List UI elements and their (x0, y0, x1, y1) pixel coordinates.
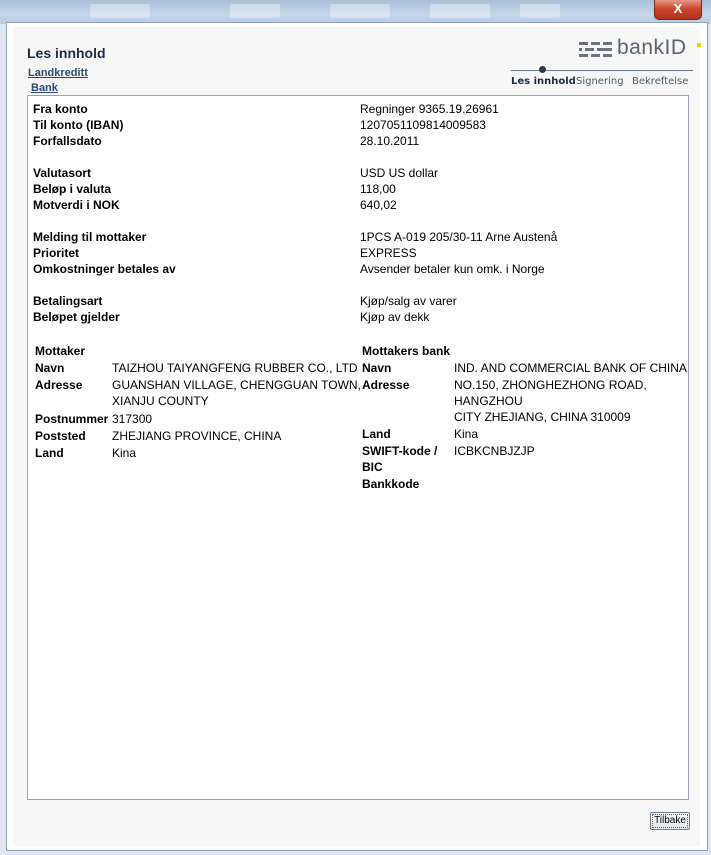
value: 640,02 (360, 198, 397, 212)
value: EXPRESS (360, 246, 417, 260)
link-landkreditt[interactable]: Landkreditt (28, 67, 88, 79)
close-button[interactable]: X (654, 0, 702, 20)
mottaker-land: Kina (112, 446, 137, 460)
mottaker-heading: Mottaker (35, 344, 86, 358)
mottaker-adresse-line1: GUANSHAN VILLAGE, CHENGGUAN TOWN, (112, 378, 361, 392)
value: 28.10.2011 (360, 134, 420, 148)
bank-swift-label-line1: SWIFT-kode / (362, 444, 438, 458)
label: Beløp i valuta (33, 182, 112, 196)
dialog-body: Les innhold Landkreditt Bank bankID Les … (13, 27, 700, 846)
label: Fra konto (33, 102, 88, 116)
value: Kjøp av dekk (360, 310, 430, 324)
label: Beløpet gjelder (33, 310, 120, 324)
back-button[interactable]: Tilbake (650, 812, 690, 830)
mottaker-adresse-label: Adresse (35, 378, 83, 392)
value: Avsender betaler kun omk. i Norge (360, 262, 545, 276)
mottaker-navn-label: Navn (35, 361, 65, 375)
value: 118,00 (360, 182, 396, 196)
link-bank[interactable]: Bank (31, 82, 58, 94)
dialog-window: Les innhold Landkreditt Bank bankID Les … (6, 22, 708, 851)
bankid-wordmark: bankID (617, 36, 687, 59)
label: Motverdi i NOK (33, 198, 120, 212)
bank-swift-label-line2: BIC (362, 460, 383, 474)
bank-swift: ICBKCNBJZJP (454, 444, 535, 458)
mottaker-poststed-label: Poststed (35, 429, 86, 443)
value: 1PCS A-019 205/30-11 Arne Austenå (360, 230, 558, 244)
row-belop-gjelder: Beløpet gjelder Kjøp av dekk (28, 310, 688, 326)
value: Regninger 9365.19.26961 (360, 102, 499, 116)
progress-steps: Les innhold Signering Bekreftelse (511, 66, 693, 88)
mottaker-navn: TAIZHOU TAIYANGFENG RUBBER CO., LTD (112, 361, 358, 375)
bank-heading: Mottakers bank (362, 344, 451, 358)
row-prioritet: Prioritet EXPRESS (28, 246, 688, 262)
content-panel[interactable]: Fra konto Regninger 9365.19.26961 Til kon… (27, 95, 689, 800)
bank-adresse-line2: HANGZHOU (454, 394, 523, 408)
bank-adresse-line1: NO.150, ZHONGHEZHONG ROAD, (454, 378, 647, 392)
label: Valutasort (33, 166, 92, 180)
mottaker-land-label: Land (35, 446, 64, 460)
taskbar-ghost (520, 4, 560, 18)
bank-adresse-line3: CITY ZHEJIANG, CHINA 310009 (454, 410, 631, 424)
mottaker-poststed: ZHEJIANG PROVINCE, CHINA (112, 429, 282, 443)
step-signering: Signering (576, 76, 624, 87)
label: Betalingsart (33, 294, 103, 308)
mottaker-adresse-line2: XIANJU COUNTY (112, 394, 209, 408)
row-belop: Beløp i valuta 118,00 (28, 182, 688, 198)
step-les-innhold: Les innhold (511, 76, 576, 87)
row-valutasort: Valutasort USD US dollar (28, 166, 688, 182)
mottaker-postnummer: 317300 (112, 412, 153, 426)
value: Kjøp/salg av varer (360, 294, 457, 308)
label: Prioritet (33, 246, 80, 260)
row-betalingsart: Betalingsart Kjøp/salg av varer (28, 294, 688, 310)
row-forfallsdato: Forfallsdato 28.10.2011 (28, 134, 688, 150)
bank-adresse-label: Adresse (362, 378, 410, 392)
label: Omkostninger betales av (33, 262, 176, 276)
step-bekreftelse: Bekreftelse (632, 76, 689, 87)
value: 1207051109814009583 (360, 118, 486, 132)
resize-corner-marker (697, 43, 701, 47)
page-title: Les innhold (27, 45, 106, 61)
row-fra-konto: Fra konto Regninger 9365.19.26961 (28, 102, 688, 118)
row-omkostninger: Omkostninger betales av Avsender betaler … (28, 262, 688, 278)
bank-navn: IND. AND COMMERCIAL BANK OF CHINA (454, 361, 687, 375)
bankid-dots-icon (579, 42, 612, 57)
row-melding: Melding til mottaker 1PCS A-019 205/30-11… (28, 230, 688, 246)
bank-navn-label: Navn (362, 361, 392, 375)
label: Melding til mottaker (33, 230, 147, 244)
title-bar: X (0, 0, 711, 24)
mottaker-postnummer-label: Postnummer (35, 412, 109, 426)
taskbar-ghost (330, 4, 390, 18)
taskbar-ghost (430, 4, 490, 18)
bank-land-label: Land (362, 427, 391, 441)
taskbar-ghost (230, 4, 280, 18)
taskbar-ghost (90, 4, 150, 18)
row-til-konto: Til konto (IBAN) 1207051109814009583 (28, 118, 688, 134)
progress-dot-icon (539, 66, 546, 73)
value: USD US dollar (360, 166, 439, 180)
bank-land: Kina (454, 427, 479, 441)
label: Til konto (IBAN) (33, 118, 124, 132)
bank-bankkode-label: Bankkode (362, 477, 420, 491)
label: Forfallsdato (33, 134, 102, 148)
row-motverdi: Motverdi i NOK 640,02 (28, 198, 688, 214)
